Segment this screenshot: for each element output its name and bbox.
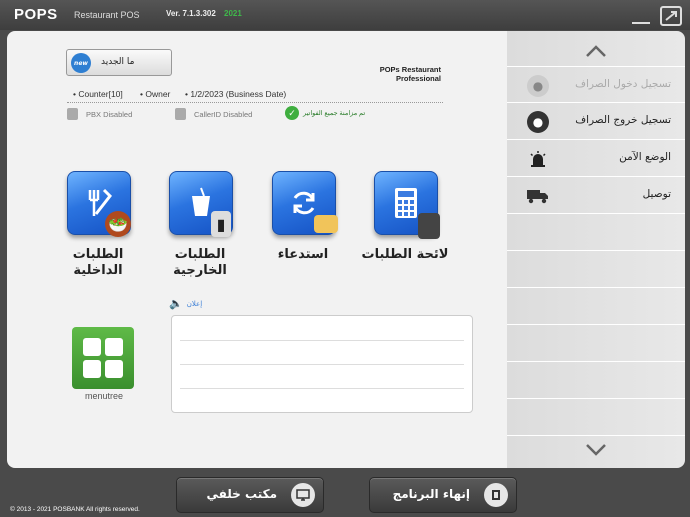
minimize-icon[interactable] [630,6,652,26]
version-year: 2021 [224,9,242,18]
owner-info: • Owner [140,89,171,99]
tile-order-list-label: لائحة الطلبات [361,247,449,262]
tile-takeout-label: الطلبات الخارجية [173,247,227,278]
session-info: • Counter[10] • Owner • 1/2/2023 (Busine… [67,88,443,103]
maximize-icon[interactable] [660,6,682,26]
new-badge-icon: new [71,53,91,73]
scroll-up-button[interactable] [507,33,685,69]
sidebar-empty-slot [507,214,685,251]
speaker-icon: 🔈 [169,297,183,310]
check-icon: ✓ [285,106,299,120]
pbx-status: PBX Disabled [67,108,132,120]
takeout-box-icon: ▮ [211,211,231,237]
phone-icon [67,108,78,120]
store-name: POPs Restaurant Professional [379,65,441,83]
sidebar-empty-slot [507,251,685,288]
sidebar-empty-slot [507,325,685,362]
monitor-icon [291,483,315,507]
main-panel: new ما الجديد POPs Restaurant Profession… [7,31,513,468]
exit-program-button[interactable]: إنهاء البرنامج [369,477,517,513]
sidebar-empty-slot [507,362,685,399]
version-label: Ver. 7.1.3.302 [166,9,216,18]
callerid-status: CallerID Disabled [175,108,252,120]
app-logo: POPS [14,6,58,23]
copyright: © 2013 - 2021 POSBANK All rights reserve… [10,506,140,513]
whats-new-button[interactable]: new ما الجديد [66,49,172,76]
callerid-icon [175,108,186,120]
tile-dine-in-label: الطلبات الداخلية [72,247,124,278]
menutree-label: menutree [84,391,124,401]
sidebar: ● تسجيل دخول الصراف ● تسجيل خروج الصراف … [507,31,685,468]
notice-header: 🔈 إعلان [169,297,203,310]
pos-terminal-icon [418,213,440,239]
sidebar-item-delivery[interactable]: توصيل [507,177,685,214]
status-row: PBX Disabled CallerID Disabled ✓ تم مزام… [67,106,443,124]
alarm-light-icon [527,148,549,170]
sidebar-empty-slot [507,288,685,325]
back-office-button[interactable]: مكتب خلفي [176,477,324,513]
title-bar: POPS Restaurant POS Ver. 7.1.3.302 2021 [0,0,690,30]
exit-program-label: إنهاء البرنامج [392,487,470,501]
counter-info: • Counter[10] [73,89,123,99]
sidebar-empty-slot [507,399,685,436]
sidebar-item-cashier-logout[interactable]: ● تسجيل خروج الصراف [507,103,685,140]
back-office-label: مكتب خلفي [206,487,277,501]
app-subtitle: Restaurant POS [74,10,140,20]
notice-box[interactable] [171,315,473,413]
cashier-logout-icon: ● [527,111,549,133]
exit-door-icon [484,483,508,507]
menutree-logo[interactable]: menutree [72,327,136,405]
business-date: • 1/2/2023 (Business Date) [185,89,287,99]
menutree-icon [72,327,134,389]
sidebar-item-safe-mode[interactable]: الوضع الآمن [507,140,685,177]
tile-recall-label: استدعاء [277,247,329,262]
food-plate-icon: 🥗 [105,211,131,237]
scroll-down-button[interactable] [507,432,685,468]
sidebar-item-cashier-login[interactable]: ● تسجيل دخول الصراف [507,66,685,103]
sync-status: ✓ تم مزامنة جميع الفواتير [285,106,365,120]
truck-icon [527,185,549,207]
credit-card-icon [314,215,338,233]
cashier-login-icon: ● [527,75,549,97]
whats-new-label: ما الجديد [101,57,135,67]
